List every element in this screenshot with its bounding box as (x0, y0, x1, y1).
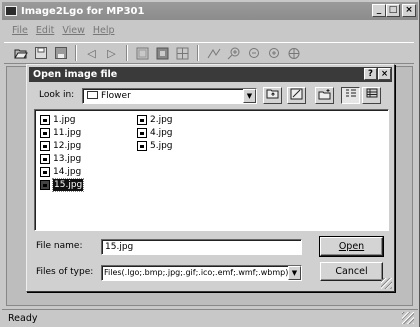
details-view-button[interactable] (362, 87, 381, 104)
image-file-icon (137, 141, 147, 151)
zoom-fit-icon[interactable] (265, 45, 282, 62)
file-item[interactable]: 1.jpg (40, 114, 76, 126)
maximize-button[interactable]: □ (386, 4, 400, 17)
file-name-input[interactable]: 15.jpg (101, 239, 302, 255)
desktop-button[interactable] (287, 87, 306, 104)
dialog-title-bar[interactable]: Open image file (29, 67, 392, 82)
grid-icon[interactable] (174, 45, 191, 62)
folder-icon (87, 91, 98, 99)
zoom-in-icon[interactable] (225, 45, 242, 62)
prev-icon[interactable]: ◁ (83, 45, 100, 62)
file-type-value: Files(.lgo;.bmp;.jpg;.gif;.ico;.emf;.wmf… (104, 268, 289, 277)
title-bar[interactable]: Image2Lgo for MP301 _ □ × (2, 2, 418, 20)
menu-help[interactable]: Help (93, 25, 115, 36)
image-file-icon (137, 115, 147, 125)
open-button[interactable]: Open (319, 236, 384, 257)
chevron-down-icon[interactable]: ▼ (243, 89, 256, 103)
toolbar: ◁ ▷ (4, 42, 414, 64)
new-folder-button[interactable] (315, 87, 334, 104)
image-file-icon (40, 141, 50, 151)
status-text: Ready (8, 312, 38, 324)
up-folder-button[interactable] (263, 87, 282, 104)
chevron-down-icon[interactable]: ▼ (288, 266, 301, 280)
file-item-selected[interactable]: 15.jpg (40, 178, 85, 192)
stop-icon[interactable] (154, 45, 171, 62)
open-file-dialog: Open image file ? × Look in: Flower ▼ 1.… (26, 64, 395, 292)
dialog-close-button[interactable]: × (378, 68, 391, 80)
help-button[interactable]: ? (364, 68, 377, 80)
look-in-value: Flower (101, 91, 131, 101)
save-icon[interactable] (32, 45, 49, 62)
look-in-label: Look in: (39, 90, 75, 100)
file-item[interactable]: 5.jpg (137, 140, 173, 152)
image-file-icon (40, 180, 50, 190)
next-icon[interactable]: ▷ (103, 45, 120, 62)
resize-grip[interactable] (402, 312, 414, 324)
toolbar-separator (75, 45, 77, 61)
minimize-button[interactable]: _ (372, 4, 386, 17)
window-title: Image2Lgo for MP301 (21, 5, 145, 17)
look-in-row: Look in: Flower ▼ (27, 87, 396, 107)
zoom-out-icon[interactable] (245, 45, 262, 62)
image-file-icon (40, 128, 50, 138)
file-type-combo[interactable]: Files(.lgo;.bmp;.jpg;.gif;.ico;.emf;.wmf… (101, 265, 302, 281)
image-file-icon (40, 115, 50, 125)
dialog-title: Open image file (33, 69, 118, 80)
status-bar: Ready (2, 309, 418, 326)
menu-file[interactable]: File (12, 25, 28, 36)
list-view-button[interactable] (341, 87, 360, 104)
menu-edit[interactable]: Edit (36, 25, 54, 36)
toolbar-separator (126, 45, 128, 61)
close-button[interactable]: × (402, 4, 416, 17)
file-item[interactable]: 4.jpg (137, 127, 173, 139)
file-item[interactable]: 12.jpg (40, 140, 81, 152)
toolbar-separator (197, 45, 199, 61)
menu-bar: File Edit View Help (2, 22, 115, 38)
file-item[interactable]: 13.jpg (40, 153, 81, 165)
image-file-icon (40, 167, 50, 177)
image-file-icon (40, 154, 50, 164)
file-item[interactable]: 11.jpg (40, 127, 81, 139)
bend-icon[interactable] (205, 45, 222, 62)
globe-icon[interactable] (285, 45, 302, 62)
file-item[interactable]: 2.jpg (137, 114, 173, 126)
dialog-resize-grip[interactable] (381, 278, 392, 289)
file-list: 1.jpg 11.jpg 12.jpg 13.jpg 14.jpg 15.jpg… (34, 109, 389, 231)
disk-icon[interactable] (52, 45, 69, 62)
file-item[interactable]: 14.jpg (40, 166, 81, 178)
file-type-label: Files of type: (36, 267, 94, 277)
app-icon (5, 6, 17, 16)
image-file-icon (137, 128, 147, 138)
open-icon[interactable] (12, 45, 29, 62)
menu-view[interactable]: View (62, 25, 85, 36)
frame-icon[interactable] (134, 45, 151, 62)
cancel-button[interactable]: Cancel (320, 262, 383, 281)
look-in-combo[interactable]: Flower ▼ (82, 88, 257, 104)
file-name-label: File name: (36, 241, 83, 251)
